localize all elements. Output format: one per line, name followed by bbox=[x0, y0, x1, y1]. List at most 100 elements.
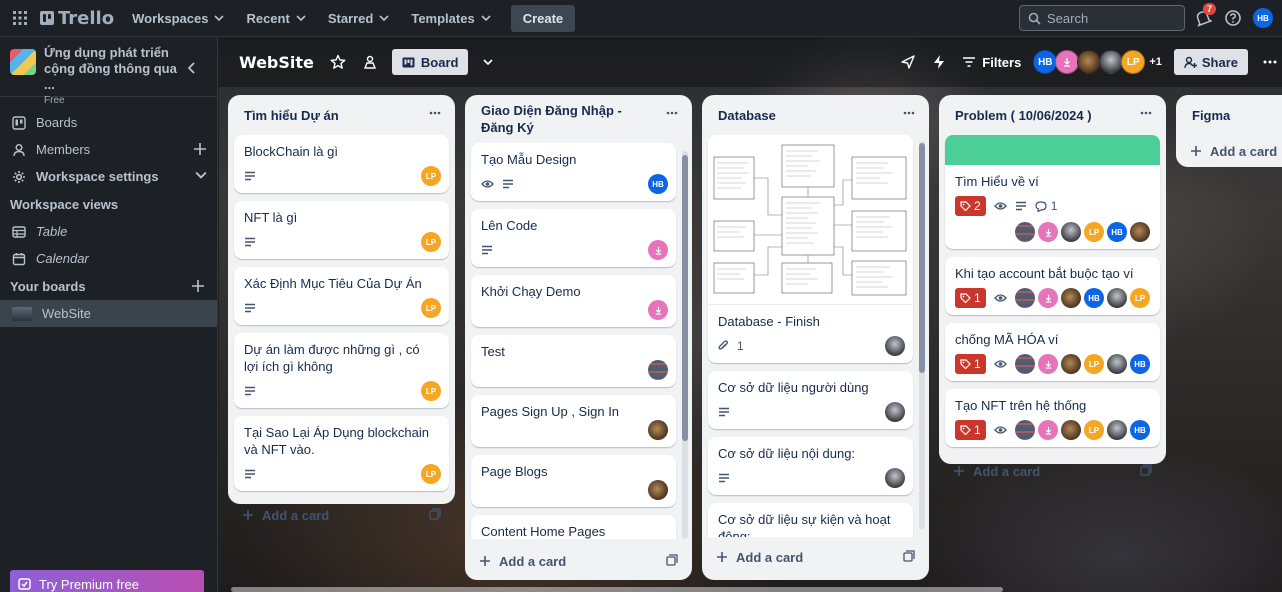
search-input[interactable]: Search bbox=[1019, 5, 1185, 31]
power-ups-rocket-icon[interactable] bbox=[900, 54, 916, 70]
workspace-name[interactable]: Ứng dụng phát triển cộng đồng thông qua … bbox=[44, 45, 184, 93]
sidebar-item-table[interactable]: Table bbox=[0, 218, 217, 245]
sidebar-item-boards[interactable]: Boards bbox=[0, 109, 217, 136]
list-menu-icon[interactable] bbox=[1140, 111, 1152, 115]
card-member-avatar[interactable] bbox=[1038, 420, 1058, 440]
list-title[interactable]: Tìm hiểu Dự án bbox=[244, 107, 414, 124]
list-header[interactable]: Tìm hiểu Dự án bbox=[228, 95, 455, 135]
overdue-badge[interactable]: 2 bbox=[955, 196, 986, 216]
filters-button[interactable]: Filters bbox=[962, 55, 1021, 70]
card-member-avatar[interactable]: LP bbox=[1084, 354, 1104, 374]
card-template-icon[interactable] bbox=[1140, 464, 1152, 476]
overdue-badge[interactable]: 1 bbox=[955, 420, 986, 440]
card[interactable]: NFT là gì LP bbox=[234, 201, 449, 259]
add-board-plus-icon[interactable] bbox=[191, 279, 205, 293]
card-member-avatar[interactable] bbox=[885, 402, 905, 422]
list-scrollbar[interactable] bbox=[682, 151, 688, 539]
card-member-avatar[interactable] bbox=[1107, 354, 1127, 374]
card-member-avatar[interactable]: HB bbox=[1084, 288, 1104, 308]
extra-members-count[interactable]: +1 bbox=[1149, 56, 1162, 68]
card-member-avatar[interactable] bbox=[1107, 420, 1127, 440]
card-member-avatar[interactable]: LP bbox=[1084, 222, 1104, 242]
list-menu-icon[interactable] bbox=[903, 111, 915, 115]
add-card-button[interactable]: Add a card bbox=[465, 545, 692, 577]
nav-templates[interactable]: Templates bbox=[403, 5, 498, 32]
card-member-avatar[interactable] bbox=[1061, 354, 1081, 374]
help-icon[interactable] bbox=[1224, 9, 1242, 27]
card-member-avatar[interactable] bbox=[885, 336, 905, 356]
card[interactable]: Test bbox=[471, 335, 676, 387]
sidebar-item-settings[interactable]: Workspace settings bbox=[0, 163, 217, 190]
automation-lightning-icon[interactable] bbox=[932, 54, 946, 70]
overdue-badge[interactable]: 1 bbox=[955, 354, 986, 374]
card[interactable]: Cơ sở dữ liệu nội dung: bbox=[708, 437, 913, 495]
board-title[interactable]: WebSite bbox=[239, 53, 314, 72]
member-avatar[interactable] bbox=[1099, 50, 1124, 74]
card-template-icon[interactable] bbox=[666, 554, 678, 566]
list-title[interactable]: Problem ( 10/06/2024 ) bbox=[955, 107, 1125, 124]
card-member-avatar[interactable] bbox=[648, 480, 668, 500]
card-member-avatar[interactable]: HB bbox=[1107, 222, 1127, 242]
add-card-button[interactable]: Add a card bbox=[1176, 135, 1282, 167]
views-chevron-down-icon[interactable] bbox=[482, 57, 494, 67]
card[interactable]: chống MÃ HÓA ví 1 LP HB bbox=[945, 323, 1160, 381]
card[interactable]: Cơ sở dữ liệu người dùng bbox=[708, 371, 913, 429]
card-member-avatar[interactable]: LP bbox=[1084, 420, 1104, 440]
card-member-avatar[interactable] bbox=[1038, 222, 1058, 242]
card-member-avatar[interactable] bbox=[1107, 288, 1127, 308]
member-avatar[interactable] bbox=[1077, 50, 1102, 74]
nav-starred[interactable]: Starred bbox=[320, 5, 398, 32]
app-switcher-icon[interactable] bbox=[8, 6, 32, 30]
board-menu-icon[interactable] bbox=[1258, 60, 1282, 64]
list-header[interactable]: Figma bbox=[1176, 95, 1282, 135]
card[interactable]: BlockChain là gì LP bbox=[234, 135, 449, 193]
card-member-avatar[interactable] bbox=[1015, 420, 1035, 440]
card-template-icon[interactable] bbox=[429, 508, 441, 520]
card[interactable]: Tại Sao Lại Áp Dụng blockchain và NFT và… bbox=[234, 416, 449, 491]
add-card-button[interactable]: Add a card bbox=[939, 455, 1166, 487]
card[interactable]: Tìm Hiểu về ví 2 1 LP HB bbox=[945, 135, 1160, 249]
card-member-avatar[interactable]: LP bbox=[421, 166, 441, 186]
card-member-avatar[interactable] bbox=[1015, 288, 1035, 308]
card-member-avatar[interactable] bbox=[648, 240, 668, 260]
create-button[interactable]: Create bbox=[510, 4, 576, 32]
card-member-avatar[interactable]: HB bbox=[1130, 354, 1150, 374]
nav-recent[interactable]: Recent bbox=[238, 5, 313, 32]
card[interactable]: Cơ sở dữ liệu sự kiện và hoạt động: bbox=[708, 503, 913, 537]
card[interactable]: Pages Sign Up , Sign In bbox=[471, 395, 676, 447]
board-view-button[interactable]: Board bbox=[391, 49, 469, 75]
list-title[interactable]: Giao Diện Đăng Nhập - Đăng Ký bbox=[481, 102, 651, 136]
add-card-button[interactable]: Add a card bbox=[702, 541, 929, 573]
card-member-avatar[interactable]: LP bbox=[421, 232, 441, 252]
board-horizontal-scrollbar[interactable] bbox=[231, 587, 1003, 592]
card[interactable]: Dự án làm được những gì , có lợi ích gì … bbox=[234, 333, 449, 408]
card-member-avatar[interactable] bbox=[1015, 222, 1035, 242]
card[interactable]: Tạo NFT trên hệ thống 1 LP HB bbox=[945, 389, 1160, 447]
add-card-button[interactable]: Add a card bbox=[228, 499, 455, 531]
card-template-icon[interactable] bbox=[903, 550, 915, 562]
card-member-avatar[interactable] bbox=[1061, 288, 1081, 308]
member-avatar[interactable] bbox=[1055, 50, 1080, 74]
card-member-avatar[interactable] bbox=[648, 420, 668, 440]
card-member-avatar[interactable] bbox=[1061, 222, 1081, 242]
list-header[interactable]: Database bbox=[702, 95, 929, 135]
list-scrollbar[interactable] bbox=[919, 141, 925, 529]
card[interactable]: Lên Code bbox=[471, 209, 676, 267]
card[interactable]: Khi tạo account bắt buộc tạo ví 1 HB LP bbox=[945, 257, 1160, 315]
card-member-avatar[interactable]: LP bbox=[1130, 288, 1150, 308]
collapse-sidebar-icon[interactable] bbox=[187, 62, 197, 74]
card-member-avatar[interactable] bbox=[648, 360, 668, 380]
card[interactable]: Content Home Pages bbox=[471, 515, 676, 539]
card[interactable]: Database - Finish 1 bbox=[708, 135, 913, 363]
card-member-avatar[interactable]: LP bbox=[421, 464, 441, 484]
sidebar-item-members[interactable]: Members bbox=[0, 136, 217, 163]
card-member-avatar[interactable]: HB bbox=[1130, 420, 1150, 440]
user-avatar[interactable]: HB bbox=[1253, 8, 1273, 28]
trello-logo[interactable]: Trello bbox=[40, 8, 114, 29]
card-member-avatar[interactable] bbox=[1038, 354, 1058, 374]
card[interactable]: Xác Định Mục Tiêu Của Dự Án LP bbox=[234, 267, 449, 325]
card[interactable]: Page Blogs bbox=[471, 455, 676, 507]
overdue-badge[interactable]: 1 bbox=[955, 288, 986, 308]
member-avatar[interactable]: LP bbox=[1121, 50, 1146, 74]
card-member-avatar[interactable] bbox=[1015, 354, 1035, 374]
